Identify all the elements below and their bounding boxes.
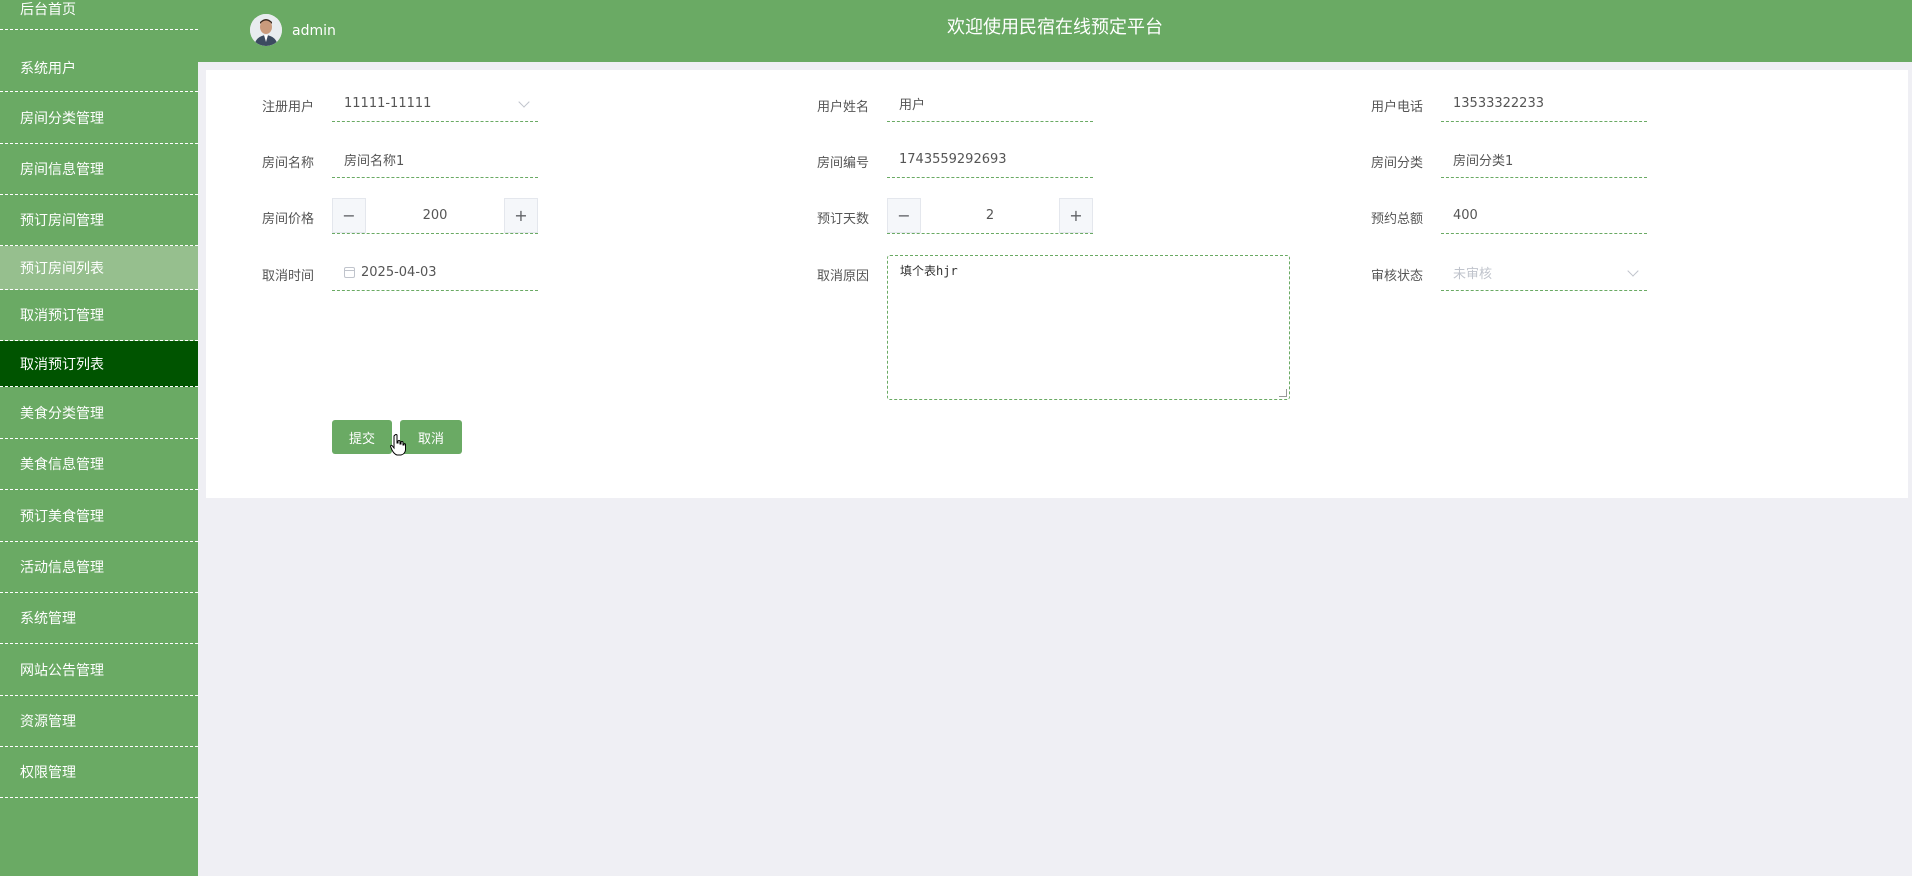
- sidebar-item-label: 预订美食管理: [20, 508, 104, 525]
- sidebar-item-cancel-booking[interactable]: 取消预订管理: [0, 290, 198, 341]
- room-name-field[interactable]: 房间名称1: [332, 142, 538, 178]
- review-status-label: 审核状态: [1371, 269, 1424, 284]
- sidebar-item-label: 活动信息管理: [20, 560, 104, 576]
- review-status-placeholder: 未审核: [1453, 267, 1493, 282]
- sidebar-item-activity-info[interactable]: 活动信息管理: [0, 542, 198, 593]
- sidebar-item-cancel-booking-list[interactable]: 取消预订列表: [0, 341, 198, 387]
- cancel-button[interactable]: 取消: [400, 420, 462, 454]
- sidebar-item-label: 房间信息管理: [20, 162, 104, 178]
- sidebar-item-room-booking-list[interactable]: 预订房间列表: [0, 246, 198, 290]
- user-name-label: 用户姓名: [817, 100, 870, 115]
- cancel-time-value: 2025-04-03: [361, 265, 437, 280]
- sidebar-item-food-info[interactable]: 美食信息管理: [0, 439, 198, 490]
- sidebar: 后台首页 系统用户 房间分类管理 房间信息管理 预订房间管理 预订房间列表 取消…: [0, 0, 198, 876]
- room-price-increment-button[interactable]: +: [504, 198, 538, 233]
- sidebar-item-label: 美食分类管理: [20, 405, 104, 422]
- room-category-field[interactable]: 房间分类1: [1441, 142, 1647, 178]
- room-name-value: 房间名称1: [344, 154, 405, 169]
- room-price-decrement-button[interactable]: −: [332, 198, 366, 233]
- room-price-value[interactable]: 200: [366, 198, 504, 233]
- sidebar-item-label: 预订房间列表: [20, 260, 104, 277]
- sidebar-item-label: 取消预订管理: [20, 308, 104, 324]
- room-category-label: 房间分类: [1371, 156, 1424, 171]
- resize-handle-icon[interactable]: [1279, 389, 1287, 397]
- registered-user-label: 注册用户: [262, 100, 315, 115]
- booking-days-label: 预订天数: [817, 212, 870, 227]
- booking-days-decrement-button[interactable]: −: [887, 198, 921, 233]
- chevron-down-icon: [1627, 265, 1639, 277]
- calendar-icon: [344, 267, 355, 278]
- booking-days-increment-button[interactable]: +: [1059, 198, 1093, 233]
- sidebar-item-label: 美食信息管理: [20, 457, 104, 473]
- sidebar-item-room-info[interactable]: 房间信息管理: [0, 144, 198, 195]
- cancel-time-datepicker[interactable]: 2025-04-03: [332, 255, 538, 291]
- sidebar-item-label: 预订房间管理: [20, 213, 104, 229]
- sidebar-item-label: 系统用户: [20, 61, 76, 77]
- sidebar-item-food-booking[interactable]: 预订美食管理: [0, 490, 198, 542]
- hand-cursor-icon: [390, 434, 406, 456]
- sidebar-item-label: 房间分类管理: [20, 110, 104, 127]
- sidebar-item-room-categories[interactable]: 房间分类管理: [0, 92, 198, 144]
- sidebar-item-label: 资源管理: [20, 714, 76, 730]
- sidebar-item-announcements[interactable]: 网站公告管理: [0, 644, 198, 696]
- cancel-booking-form: 注册用户 11111-11111 用户姓名 用户 用户电话 1353332223…: [206, 70, 1908, 498]
- cancel-reason-label: 取消原因: [817, 269, 870, 284]
- sidebar-item-system-settings[interactable]: 系统管理: [0, 593, 198, 644]
- room-number-label: 房间编号: [817, 156, 870, 171]
- sidebar-item-permissions[interactable]: 权限管理: [0, 747, 198, 798]
- cancel-reason-textarea[interactable]: 填个表hjr: [887, 255, 1290, 400]
- sidebar-item-home[interactable]: 后台首页: [0, 0, 198, 30]
- user-phone-value: 13533322233: [1453, 96, 1544, 111]
- room-name-label: 房间名称: [262, 156, 315, 171]
- page-title: 欢迎使用民宿在线预定平台: [947, 17, 1163, 38]
- room-number-value: 1743559292693: [899, 152, 1007, 167]
- sidebar-item-food-categories[interactable]: 美食分类管理: [0, 387, 198, 439]
- sidebar-item-system-users[interactable]: 系统用户: [0, 45, 198, 92]
- room-price-label: 房间价格: [262, 212, 315, 227]
- room-category-value: 房间分类1: [1453, 154, 1514, 169]
- cancel-reason-value: 填个表hjr: [900, 264, 958, 278]
- cancel-time-label: 取消时间: [262, 269, 315, 284]
- sidebar-item-label: 后台首页: [20, 1, 76, 18]
- sidebar-item-resources[interactable]: 资源管理: [0, 696, 198, 747]
- sidebar-item-label: 权限管理: [20, 765, 76, 781]
- user-phone-label: 用户电话: [1371, 100, 1424, 115]
- booking-total-value: 400: [1453, 208, 1478, 223]
- booking-total-label: 预约总额: [1371, 212, 1424, 227]
- booking-total-field[interactable]: 400: [1441, 198, 1647, 234]
- booking-days-stepper: − 2 +: [887, 198, 1093, 234]
- user-name-field[interactable]: 用户: [887, 86, 1093, 122]
- sidebar-item-room-booking[interactable]: 预订房间管理: [0, 195, 198, 246]
- chevron-down-icon: [518, 96, 530, 108]
- user-name-value: 用户: [899, 98, 926, 113]
- user-phone-field[interactable]: 13533322233: [1441, 86, 1647, 122]
- registered-user-select[interactable]: 11111-11111: [332, 86, 538, 122]
- submit-button[interactable]: 提交: [332, 420, 392, 454]
- top-header: admin 欢迎使用民宿在线预定平台: [198, 0, 1912, 62]
- booking-days-value[interactable]: 2: [921, 198, 1059, 233]
- room-number-field[interactable]: 1743559292693: [887, 142, 1093, 178]
- sidebar-item-label: 系统管理: [20, 611, 76, 627]
- sidebar-item-label: 网站公告管理: [20, 662, 104, 679]
- registered-user-value: 11111-11111: [344, 96, 432, 111]
- sidebar-item-label: 取消预订列表: [20, 356, 104, 373]
- review-status-select[interactable]: 未审核: [1441, 255, 1647, 291]
- room-price-stepper: − 200 +: [332, 198, 538, 234]
